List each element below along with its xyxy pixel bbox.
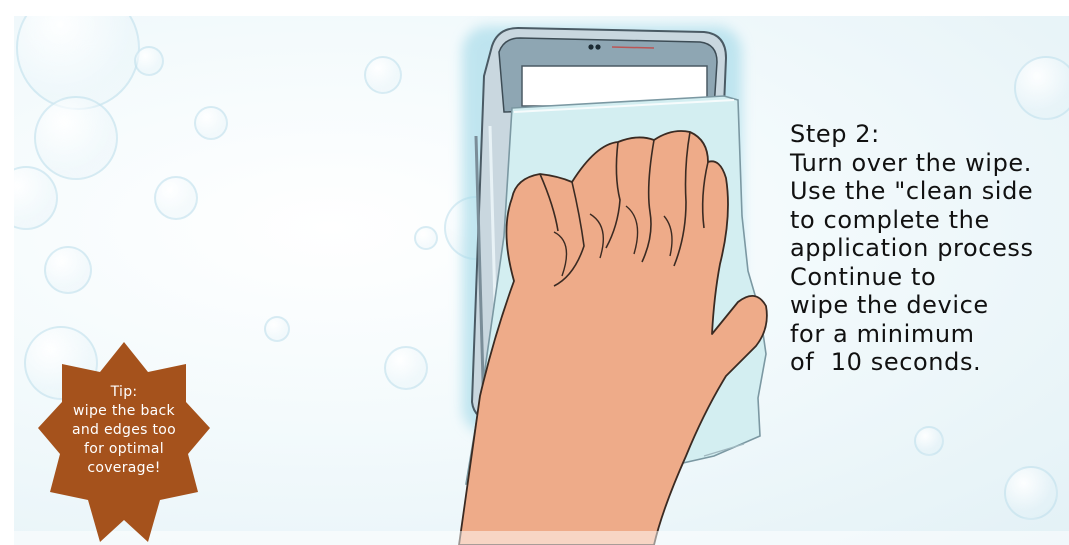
tip-badge: Tip: wipe the back and edges too for opt…: [38, 342, 210, 542]
step-caption: Step 2: Turn over the wipe. Use the "cle…: [790, 120, 1034, 376]
tip-text: Tip: wipe the back and edges too for opt…: [71, 384, 177, 476]
